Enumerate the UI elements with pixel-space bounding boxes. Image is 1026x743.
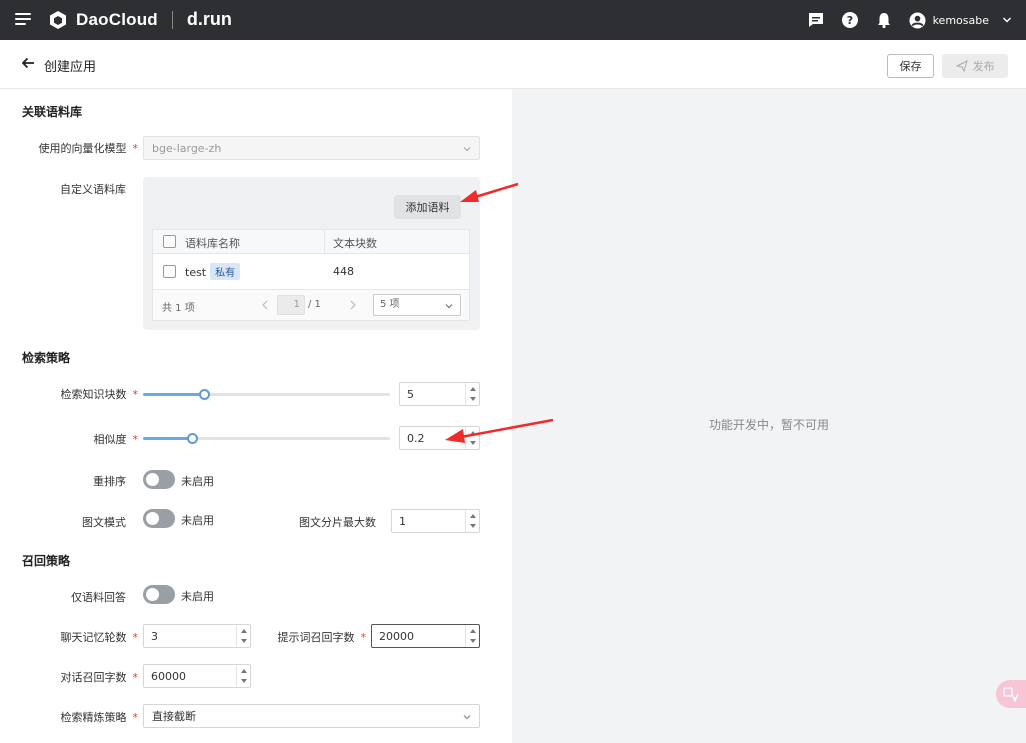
prompt-chars-stepper[interactable] — [465, 625, 479, 647]
username: kemosabe — [932, 13, 989, 27]
custom-corpus-label: 自定义语料库 — [60, 183, 126, 196]
image-max-input[interactable]: 1 — [391, 509, 480, 533]
image-max-label: 图文分片最大数 — [299, 516, 376, 529]
notification-bell-icon[interactable] — [875, 11, 893, 29]
publish-label: 发布 — [972, 60, 995, 73]
message-icon[interactable] — [807, 11, 825, 29]
chevron-down-icon — [1003, 17, 1011, 23]
column-divider — [324, 230, 325, 255]
similarity-slider-thumb[interactable] — [187, 433, 198, 444]
refine-select[interactable]: 直接截断 — [143, 704, 480, 728]
send-icon — [955, 60, 968, 72]
image-mode-state: 未启用 — [181, 514, 214, 527]
page-size-value: 5 项 — [380, 299, 400, 310]
section-title-retrieval: 检索策略 — [22, 351, 71, 365]
dialog-chars-value: 60000 — [151, 669, 186, 683]
publish-button[interactable]: 发布 — [942, 54, 1008, 78]
corpus-table-header: 语料库名称 文本块数 — [152, 229, 470, 255]
page-header: 创建应用 — [0, 40, 1026, 89]
image-mode-label: 图文模式 — [82, 516, 126, 529]
menu-icon[interactable] — [15, 13, 31, 27]
add-corpus-button[interactable]: 添加语料 — [394, 195, 461, 219]
pagination-bar: 共 1 项 1 / 1 5 项 — [152, 289, 470, 321]
product-name: d.run — [186, 9, 232, 29]
chevron-right-icon[interactable] — [349, 300, 357, 310]
table-row: test 私有 448 — [152, 254, 470, 289]
chunks-slider-thumb[interactable] — [199, 389, 210, 400]
image-mode-toggle[interactable] — [143, 509, 175, 528]
chevron-left-icon[interactable] — [261, 300, 269, 310]
select-all-checkbox[interactable] — [163, 235, 176, 248]
memory-input[interactable]: 3 — [143, 624, 251, 648]
user-avatar-icon — [909, 11, 926, 29]
corpus-name-cell: test 私有 — [185, 263, 241, 280]
similarity-label: 相似度 * — [93, 433, 139, 446]
save-button[interactable]: 保存 — [887, 54, 934, 78]
chunks-label: 检索知识块数 * — [60, 388, 139, 401]
chunks-value: 5 — [407, 387, 414, 401]
dialog-chars-label: 对话召回字数 * — [60, 671, 139, 684]
brand-name: DaoCloud — [76, 9, 158, 29]
dialog-chars-stepper[interactable] — [236, 665, 250, 687]
top-bar: DaoCloud d.run ? kemosabe — [0, 0, 1026, 40]
only-corpus-label: 仅语料回答 — [71, 591, 126, 604]
image-max-value: 1 — [399, 514, 406, 528]
row-checkbox[interactable] — [163, 265, 176, 278]
total-count: 共 1 项 — [162, 303, 195, 314]
annotation-arrow-icon — [460, 182, 519, 202]
image-max-stepper[interactable] — [465, 510, 479, 532]
memory-stepper[interactable] — [236, 625, 250, 647]
daocloud-logo-icon — [50, 10, 66, 29]
private-badge: 私有 — [210, 263, 241, 280]
corpus-chunks-cell: 448 — [333, 265, 354, 278]
chevron-down-icon — [463, 147, 471, 152]
top-actions: ? kemosabe — [807, 0, 1012, 40]
chunks-stepper[interactable] — [465, 383, 479, 405]
annotation-arrow-icon — [445, 418, 554, 443]
logo[interactable]: DaoCloud d.run — [48, 9, 232, 30]
translate-icon — [1003, 687, 1019, 702]
section-title-recall: 召回策略 — [22, 554, 71, 568]
embed-model-value: bge-large-zh — [152, 141, 222, 155]
column-header-chunks: 文本块数 — [333, 237, 377, 250]
translate-button[interactable] — [996, 680, 1026, 708]
unavailable-message: 功能开发中，暂不可用 — [708, 418, 829, 432]
page-input[interactable]: 1 — [277, 295, 305, 315]
help-icon[interactable]: ? — [841, 11, 859, 29]
logo-divider — [171, 10, 173, 29]
page-size-select[interactable]: 5 项 — [373, 294, 461, 316]
refine-value: 直接截断 — [152, 710, 196, 723]
column-header-name: 语料库名称 — [185, 237, 240, 250]
svg-text:?: ? — [846, 14, 852, 27]
section-title-corpus: 关联语料库 — [22, 105, 83, 119]
prompt-chars-label: 提示词召回字数 * — [277, 631, 367, 644]
rerank-toggle[interactable] — [143, 470, 175, 489]
back-arrow-icon[interactable] — [21, 56, 35, 70]
prompt-chars-input[interactable]: 20000 — [371, 624, 480, 648]
page-total: / 1 — [308, 299, 321, 310]
chevron-down-icon — [445, 304, 453, 309]
page-title: 创建应用 — [44, 60, 97, 75]
rerank-label: 重排序 — [93, 475, 126, 488]
similarity-slider-fill — [143, 437, 192, 440]
similarity-slider[interactable] — [143, 433, 390, 444]
embed-model-label: 使用的向量化模型 * — [38, 142, 139, 155]
user-menu[interactable]: kemosabe — [909, 11, 1012, 29]
chunks-slider[interactable] — [143, 389, 390, 400]
similarity-value: 0.2 — [407, 431, 425, 445]
memory-value: 3 — [151, 629, 158, 643]
dialog-chars-input[interactable]: 60000 — [143, 664, 251, 688]
only-corpus-toggle[interactable] — [143, 585, 175, 604]
memory-label: 聊天记忆轮数 * — [60, 631, 139, 644]
chunks-input[interactable]: 5 — [399, 382, 480, 406]
embed-model-select[interactable]: bge-large-zh — [143, 136, 480, 160]
prompt-chars-value: 20000 — [379, 629, 414, 643]
preview-panel: 功能开发中，暂不可用 — [512, 89, 1026, 743]
chevron-down-icon — [463, 715, 471, 720]
rerank-state: 未启用 — [181, 475, 214, 488]
only-corpus-state: 未启用 — [181, 590, 214, 603]
refine-label: 检索精炼策略 * — [60, 711, 139, 724]
chunks-slider-fill — [143, 393, 204, 396]
